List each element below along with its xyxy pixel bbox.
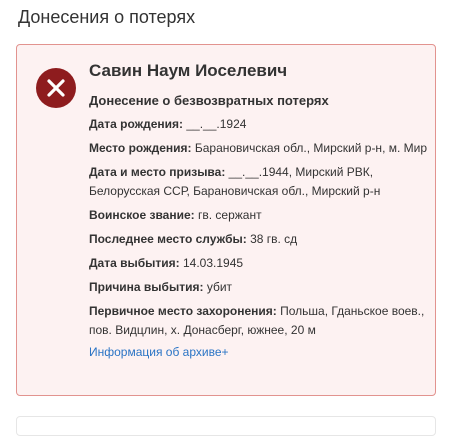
field-value: Барановичская обл., Мирский р-н, м. Мир — [194, 141, 428, 155]
next-card — [16, 416, 436, 436]
field-label: Причина выбытия: — [89, 280, 204, 294]
field-label: Дата и место призыва: — [89, 165, 226, 179]
field-birth-place: Место рождения: Барановичская обл., Мирс… — [89, 139, 429, 158]
field-label: Место рождения: — [89, 141, 192, 155]
section-title: Донесения о потерях — [18, 7, 196, 27]
field-value: 38 гв. сд — [250, 232, 298, 246]
loss-report-card: Савин Наум Иоселевич Донесение о безвозв… — [16, 44, 436, 396]
field-last-unit: Последнее место службы: 38 гв. сд — [89, 230, 429, 249]
field-label: Дата рождения: — [89, 117, 184, 131]
person-name[interactable]: Савин Наум Иоселевич — [89, 59, 429, 83]
card-body: Савин Наум Иоселевич Донесение о безвозв… — [89, 59, 429, 362]
field-loss-reason: Причина выбытия: убит — [89, 278, 429, 297]
field-label: Дата выбытия: — [89, 256, 180, 270]
field-birth-date: Дата рождения: __.__.1924 — [89, 115, 429, 134]
field-label: Воинское звание: — [89, 208, 195, 222]
field-value: гв. сержант — [197, 208, 262, 222]
field-loss-date: Дата выбытия: 14.03.1945 — [89, 254, 429, 273]
report-type: Донесение о безвозвратных потерях — [89, 93, 329, 108]
close-x-icon — [36, 68, 76, 108]
field-burial-place: Первичное место захоронения: Польша, Гда… — [89, 302, 429, 340]
field-value: 14.03.1945 — [183, 256, 244, 270]
field-rank: Воинское звание: гв. сержант — [89, 206, 429, 225]
archive-info-link[interactable]: Информация об архиве+ — [89, 343, 429, 362]
field-conscription: Дата и место призыва: __.__.1944, Мирски… — [89, 163, 429, 201]
field-value: __.__.1924 — [186, 117, 247, 131]
field-label: Последнее место службы: — [89, 232, 247, 246]
field-value: убит — [206, 280, 233, 294]
field-label: Первичное место захоронения: — [89, 304, 277, 318]
